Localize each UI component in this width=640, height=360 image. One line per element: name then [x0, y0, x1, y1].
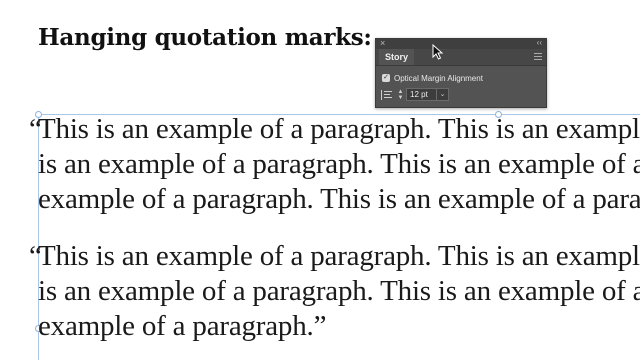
document-canvas: Hanging quotation marks: “ This is an ex…: [0, 0, 640, 360]
close-icon[interactable]: ×: [380, 38, 385, 48]
story-panel: × ‹‹ Story ✓ Optical Margin Alignment ▲ …: [375, 38, 547, 108]
hanging-open-quote: “: [29, 240, 42, 272]
font-size-input[interactable]: 12 pt: [406, 88, 437, 101]
stepper-up-icon[interactable]: ▲: [397, 89, 404, 95]
paragraph-line: This is an example of a paragraph. This …: [38, 240, 640, 272]
panel-menu-icon[interactable]: [534, 53, 542, 60]
hanging-open-quote: “: [29, 113, 42, 145]
paragraph-line: This is an example of a paragraph. This …: [38, 113, 640, 145]
paragraph-1[interactable]: “ This is an example of a paragraph. Thi…: [29, 112, 640, 217]
page-heading: Hanging quotation marks:: [38, 24, 372, 51]
optical-margin-alignment-label: Optical Margin Alignment: [394, 73, 483, 83]
paragraph-line: is an example of a paragraph. This is an…: [38, 275, 640, 307]
chevron-down-icon[interactable]: ⌄: [437, 88, 449, 101]
optical-margin-alignment-checkbox[interactable]: ✓: [382, 74, 390, 82]
panel-title-bar[interactable]: × ‹‹: [376, 38, 546, 49]
size-stepper[interactable]: ▲ ▼: [397, 89, 404, 101]
paragraph-line: is an example of a paragraph. This is an…: [38, 148, 640, 180]
mouse-pointer-icon: [432, 44, 444, 60]
optical-margin-alignment-option[interactable]: ✓ Optical Margin Alignment: [382, 72, 483, 84]
paragraph-line: example of a paragraph.”: [38, 310, 327, 342]
paragraph-line: example of a paragraph. This is an examp…: [38, 183, 640, 215]
optical-margin-size-row: ▲ ▼ 12 pt ⌄: [381, 88, 449, 101]
stepper-down-icon[interactable]: ▼: [397, 95, 404, 101]
paragraph-2[interactable]: “ This is an example of a paragraph. Thi…: [29, 239, 640, 344]
tab-story[interactable]: Story: [379, 49, 415, 65]
align-margin-icon: [381, 89, 393, 100]
panel-tab-row: Story: [376, 49, 546, 66]
collapse-icon[interactable]: ‹‹: [537, 38, 542, 48]
